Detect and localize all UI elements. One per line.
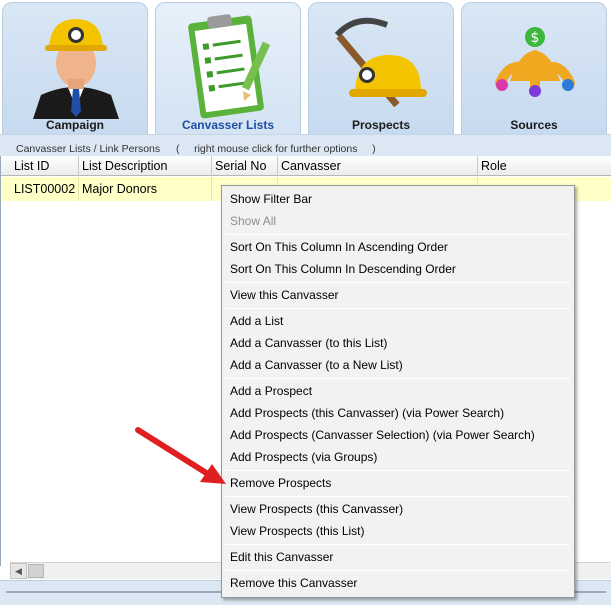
menu-item-add-prospects-canvasser-power-search[interactable]: Add Prospects (this Canvasser) (via Powe… [224, 402, 572, 424]
menu-separator [226, 234, 570, 235]
menu-item-view-canvasser[interactable]: View this Canvasser [224, 284, 572, 306]
tab-canvasser-lists[interactable]: Canvasser Lists [155, 2, 301, 134]
column-header-list-description[interactable]: List Description [79, 156, 212, 176]
tab-prospects[interactable]: Prospects [308, 2, 454, 134]
menu-separator [226, 496, 570, 497]
menu-item-view-prospects-canvasser[interactable]: View Prospects (this Canvasser) [224, 498, 572, 520]
menu-separator [226, 570, 570, 571]
column-header-role[interactable]: Role [478, 156, 611, 176]
tab-sources[interactable]: $ Sources [461, 2, 607, 134]
tab-label: Prospects [351, 118, 411, 132]
cell-list-id[interactable]: LIST00002 [11, 177, 79, 201]
menu-item-show-filter-bar[interactable]: Show Filter Bar [224, 188, 572, 210]
menu-item-add-prospects-groups[interactable]: Add Prospects (via Groups) [224, 446, 572, 468]
miner-person-icon [33, 19, 119, 119]
menu-item-remove-canvasser[interactable]: Remove this Canvasser [224, 572, 572, 594]
context-menu: Show Filter Bar Show All Sort On This Co… [221, 185, 575, 598]
svg-text:$: $ [531, 30, 540, 46]
annotation-arrow-icon [135, 427, 226, 484]
menu-separator [226, 308, 570, 309]
menu-item-add-prospects-selection-power-search[interactable]: Add Prospects (Canvasser Selection) (via… [224, 424, 572, 446]
tab-label: Sources [510, 118, 558, 132]
menu-item-sort-descending[interactable]: Sort On This Column In Descending Order [224, 258, 572, 280]
menu-item-add-prospect[interactable]: Add a Prospect [224, 380, 572, 402]
column-header-canvasser[interactable]: Canvasser [278, 156, 478, 176]
menu-item-remove-prospects[interactable]: Remove Prospects [224, 472, 572, 494]
section-title: Canvasser Lists / Link Persons [16, 143, 161, 155]
clipboard-checklist-icon [188, 14, 271, 119]
section-header: Canvasser Lists / Link Persons ( right m… [0, 134, 611, 156]
menu-item-view-prospects-list[interactable]: View Prospects (this List) [224, 520, 572, 542]
menu-separator [226, 378, 570, 379]
scroll-thumb[interactable] [28, 564, 44, 578]
money-fingers-icon: $ [495, 27, 575, 97]
menu-item-add-canvasser-new-list[interactable]: Add a Canvasser (to a New List) [224, 354, 572, 376]
tab-label: Canvasser Lists [181, 118, 275, 132]
section-hint: ( right mouse click for further options … [176, 143, 376, 155]
grid-header: List ID List Description Serial No Canva… [1, 156, 611, 176]
hardhat-pickaxe-icon [334, 17, 427, 108]
column-header-serial-no[interactable]: Serial No [212, 156, 278, 176]
menu-item-add-list[interactable]: Add a List [224, 310, 572, 332]
tab-campaign[interactable]: Campaign [2, 2, 148, 134]
menu-separator [226, 282, 570, 283]
cell-list-description[interactable]: Major Donors [79, 177, 212, 201]
menu-separator [226, 544, 570, 545]
menu-item-show-all[interactable]: Show All [224, 210, 572, 232]
menu-item-add-canvasser-this-list[interactable]: Add a Canvasser (to this List) [224, 332, 572, 354]
menu-item-edit-canvasser[interactable]: Edit this Canvasser [224, 546, 572, 568]
module-tabstrip: Campaign Canvasser Lists Prospects $ Sou… [0, 0, 611, 134]
column-header-list-id[interactable]: List ID [11, 156, 79, 176]
menu-item-sort-ascending[interactable]: Sort On This Column In Ascending Order [224, 236, 572, 258]
tab-label: Campaign [45, 118, 104, 132]
menu-separator [226, 470, 570, 471]
scroll-left-button[interactable]: ◀ [10, 563, 27, 579]
